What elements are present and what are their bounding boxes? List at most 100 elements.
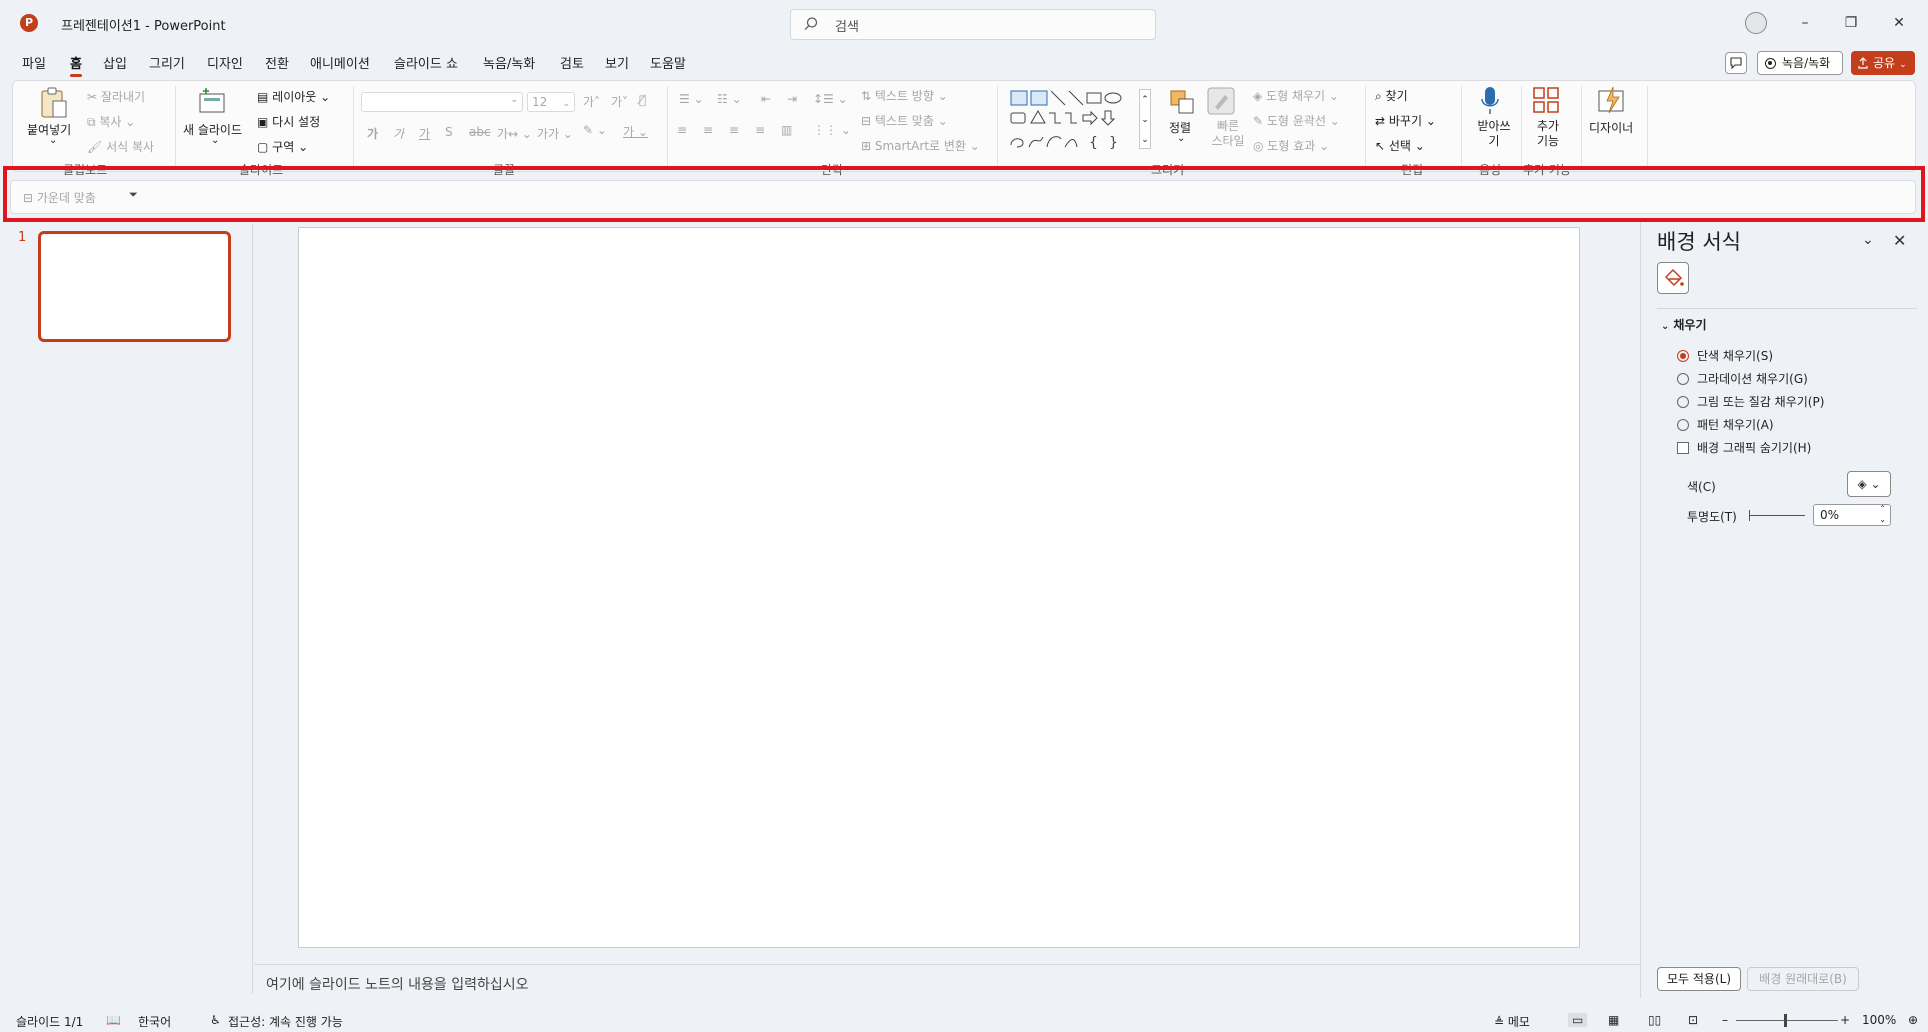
record-button[interactable]: 녹음/녹화 bbox=[1757, 51, 1843, 75]
search-input[interactable]: 검색 bbox=[790, 9, 1156, 40]
restore-button[interactable]: ❐ bbox=[1842, 14, 1860, 32]
bold-icon[interactable]: 가 bbox=[367, 125, 378, 142]
slide-thumbnail[interactable] bbox=[38, 231, 231, 342]
language-status[interactable]: 한국어 bbox=[138, 1013, 171, 1030]
notes-pane[interactable]: 여기에 슬라이드 노트의 내용을 입력하십시오 bbox=[254, 964, 1640, 998]
designer-button[interactable]: 디자이너 bbox=[1589, 119, 1633, 136]
notes-button[interactable]: ≜ 메모 bbox=[1494, 1013, 1530, 1030]
customize-qat-dropdown[interactable]: ⏷ bbox=[129, 188, 138, 202]
color-picker-button[interactable]: ◈ ⌄ bbox=[1847, 471, 1891, 497]
copy-button[interactable]: ⧉ 복사 ⌄ bbox=[87, 113, 135, 130]
fill-section-header[interactable]: ⌄ 채우기 bbox=[1661, 316, 1707, 333]
slideshow-icon[interactable]: ⊡ bbox=[1688, 1013, 1698, 1027]
shapes-scroll[interactable]: ⌃ ⌄ ⌄ bbox=[1139, 89, 1151, 149]
decrease-indent-icon[interactable]: ⇤ bbox=[761, 92, 771, 106]
strikethrough-icon[interactable]: abc bbox=[469, 125, 491, 139]
chevron-down-icon[interactable]: ⌄ bbox=[1862, 232, 1874, 248]
minimize-button[interactable]: – bbox=[1796, 14, 1814, 32]
paragraph-more-icon[interactable]: ⋮⋮ ⌄ bbox=[813, 123, 851, 137]
radio[interactable] bbox=[1677, 419, 1689, 431]
radio[interactable] bbox=[1677, 396, 1689, 408]
bullets-icon[interactable]: ☰ ⌄ bbox=[679, 92, 704, 106]
share-button[interactable]: 공유 ⌄ bbox=[1851, 51, 1915, 75]
zoom-level[interactable]: 100% bbox=[1862, 1013, 1896, 1027]
radio[interactable] bbox=[1677, 373, 1689, 385]
hide-graphics-option[interactable]: 배경 그래픽 숨기기(H) bbox=[1677, 439, 1811, 456]
justify-icon[interactable]: ≡ bbox=[755, 123, 765, 137]
pane-close-button[interactable]: ✕ bbox=[1893, 231, 1906, 250]
apply-to-all-button[interactable]: 모두 적용(L) bbox=[1657, 967, 1741, 991]
format-painter-button[interactable]: 🖌 서식 복사 bbox=[87, 138, 154, 155]
tab-file[interactable]: 파일 bbox=[22, 53, 46, 72]
align-center-icon[interactable]: ≡ bbox=[703, 123, 713, 137]
char-spacing-icon[interactable]: 가↔ ⌄ bbox=[497, 125, 532, 142]
shape-effects-button[interactable]: ◎ 도형 효과 ⌄ bbox=[1253, 137, 1329, 154]
checkbox[interactable] bbox=[1677, 442, 1689, 454]
reading-view-icon[interactable]: ▯▯ bbox=[1648, 1013, 1661, 1027]
tab-help[interactable]: 도움말 bbox=[650, 53, 686, 72]
slide-sorter-icon[interactable]: ▦ bbox=[1608, 1013, 1619, 1027]
quick-styles-button[interactable]: 빠른 스타일 bbox=[1211, 119, 1245, 149]
comments-button[interactable] bbox=[1725, 52, 1747, 74]
normal-view-icon[interactable]: ▭ bbox=[1568, 1013, 1588, 1027]
align-right-icon[interactable]: ≡ bbox=[729, 123, 739, 137]
align-text-button[interactable]: ⊟ 텍스트 맞춤 ⌄ bbox=[861, 112, 948, 129]
addins-button[interactable]: 추가 기능 bbox=[1533, 119, 1563, 149]
replace-button[interactable]: ⇄ 바꾸기 ⌄ bbox=[1375, 112, 1436, 129]
decrease-font-icon[interactable]: 가˅ bbox=[611, 93, 628, 110]
fit-to-window-icon[interactable]: ⊕ bbox=[1908, 1013, 1918, 1027]
tab-review[interactable]: 검토 bbox=[560, 53, 584, 72]
reset-button[interactable]: ▣ 다시 설정 bbox=[257, 113, 320, 130]
spelling-icon[interactable]: 📖 bbox=[106, 1013, 121, 1027]
tab-design[interactable]: 디자인 bbox=[207, 53, 243, 72]
shapes-gallery[interactable]: {} bbox=[1009, 89, 1137, 151]
picture-fill-option[interactable]: 그림 또는 질감 채우기(P) bbox=[1677, 393, 1824, 410]
tab-insert[interactable]: 삽입 bbox=[103, 53, 127, 72]
new-slide-dropdown[interactable]: ⌄ bbox=[211, 135, 219, 146]
zoom-slider[interactable] bbox=[1736, 1020, 1838, 1021]
gradient-fill-option[interactable]: 그라데이션 채우기(G) bbox=[1677, 370, 1808, 387]
user-avatar-icon[interactable] bbox=[1745, 12, 1767, 34]
increase-font-icon[interactable]: 가˄ bbox=[583, 93, 600, 110]
font-name-select[interactable]: ⌄ bbox=[361, 92, 523, 112]
italic-icon[interactable]: 가 bbox=[393, 125, 404, 142]
align-center-button[interactable]: ⊟ 가운데 맞춤 bbox=[23, 189, 96, 206]
slide-canvas[interactable] bbox=[298, 227, 1580, 948]
tab-home[interactable]: 홈 bbox=[70, 53, 82, 77]
font-color-icon[interactable]: 가 ⌄ bbox=[623, 123, 648, 140]
shape-outline-button[interactable]: ✎ 도형 윤곽선 ⌄ bbox=[1253, 112, 1340, 129]
zoom-slider-thumb[interactable] bbox=[1784, 1014, 1787, 1027]
dictate-button[interactable]: 받아쓰기 bbox=[1477, 119, 1511, 149]
underline-icon[interactable]: 가 bbox=[419, 125, 430, 142]
close-button[interactable]: ✕ bbox=[1890, 14, 1908, 32]
pattern-fill-option[interactable]: 패턴 채우기(A) bbox=[1677, 416, 1774, 433]
zoom-in-button[interactable]: + bbox=[1840, 1013, 1850, 1027]
shape-fill-button[interactable]: ◈ 도형 채우기 ⌄ bbox=[1253, 87, 1339, 104]
line-spacing-icon[interactable]: ↕☰ ⌄ bbox=[813, 92, 848, 106]
tab-animations[interactable]: 애니메이션 bbox=[310, 53, 370, 72]
tab-transitions[interactable]: 전환 bbox=[265, 53, 289, 72]
solid-fill-option[interactable]: 단색 채우기(S) bbox=[1677, 347, 1773, 364]
tab-slideshow[interactable]: 슬라이드 쇼 bbox=[394, 53, 458, 72]
tab-view[interactable]: 보기 bbox=[605, 53, 629, 72]
text-direction-button[interactable]: ⇅ 텍스트 방향 ⌄ bbox=[861, 87, 948, 104]
find-button[interactable]: ⌕ 찾기 bbox=[1375, 87, 1408, 104]
fill-tab[interactable] bbox=[1657, 262, 1689, 294]
select-button[interactable]: ↖ 선택 ⌄ bbox=[1375, 137, 1425, 154]
accessibility-icon[interactable]: ♿ bbox=[210, 1013, 221, 1027]
align-left-icon[interactable]: ≡ bbox=[677, 123, 687, 137]
cut-button[interactable]: ✂ 잘라내기 bbox=[87, 88, 145, 105]
paste-dropdown[interactable]: ⌄ bbox=[49, 135, 57, 146]
pane-divider[interactable] bbox=[252, 224, 253, 994]
section-button[interactable]: ▢ 구역 ⌄ bbox=[257, 138, 308, 155]
clear-format-icon[interactable]: 가̸ bbox=[639, 93, 646, 107]
change-case-icon[interactable]: 가가 ⌄ bbox=[537, 125, 573, 142]
transparency-input[interactable]: 0% ⌃ ⌄ bbox=[1813, 504, 1891, 526]
radio-selected[interactable] bbox=[1677, 350, 1689, 362]
increase-indent-icon[interactable]: ⇥ bbox=[787, 92, 797, 106]
zoom-out-button[interactable]: – bbox=[1722, 1013, 1728, 1027]
accessibility-status[interactable]: 접근성: 계속 진행 가능 bbox=[228, 1013, 343, 1030]
layout-button[interactable]: ▤ 레이아웃 ⌄ bbox=[257, 88, 330, 105]
reset-background-button[interactable]: 배경 원래대로(B) bbox=[1747, 967, 1859, 991]
numbering-icon[interactable]: ☷ ⌄ bbox=[717, 92, 742, 106]
